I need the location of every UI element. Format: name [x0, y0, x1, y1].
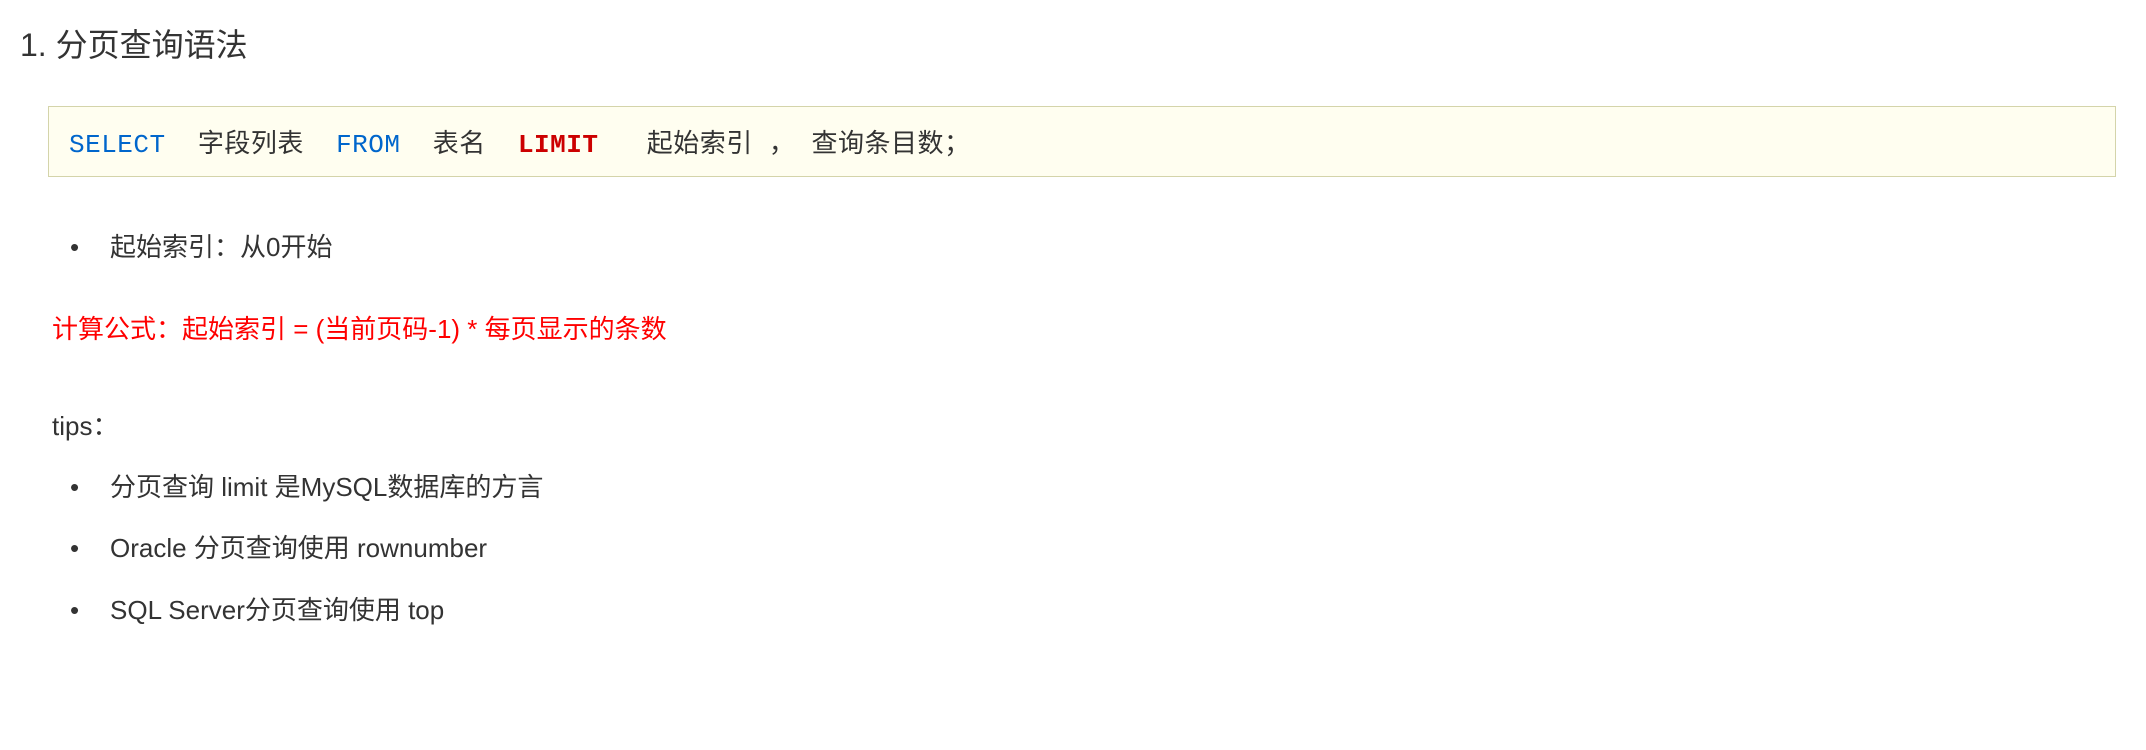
code-start: 起始索引: [647, 130, 753, 160]
section-heading: 1. 分页查询语法: [20, 20, 2126, 66]
code-fields: 字段列表: [198, 130, 304, 160]
tips-list: 分页查询 limit 是MySQL数据库的方言 Oracle 分页查询使用 ro…: [70, 467, 2126, 632]
keyword-select: SELECT: [69, 130, 166, 160]
sql-code-block: SELECT 字段列表 FROM 表名 LIMIT 起始索引 ， 查询条目数；: [48, 106, 2116, 177]
keyword-from: FROM: [336, 130, 400, 160]
formula-text: 计算公式：起始索引 = (当前页码-1) * 每页显示的条数: [52, 309, 2126, 346]
list-item: 起始索引：从0开始: [70, 227, 2126, 269]
tips-label: tips：: [52, 406, 2126, 443]
keyword-limit: LIMIT: [518, 130, 599, 160]
bullet-list-1: 起始索引：从0开始: [70, 227, 2126, 269]
code-comma: ，: [769, 130, 796, 160]
list-item: Oracle 分页查询使用 rownumber: [70, 528, 2126, 570]
list-item: 分页查询 limit 是MySQL数据库的方言: [70, 467, 2126, 509]
code-table: 表名: [433, 130, 486, 160]
code-count: 查询条目数；: [812, 130, 971, 160]
list-item: SQL Server分页查询使用 top: [70, 590, 2126, 632]
